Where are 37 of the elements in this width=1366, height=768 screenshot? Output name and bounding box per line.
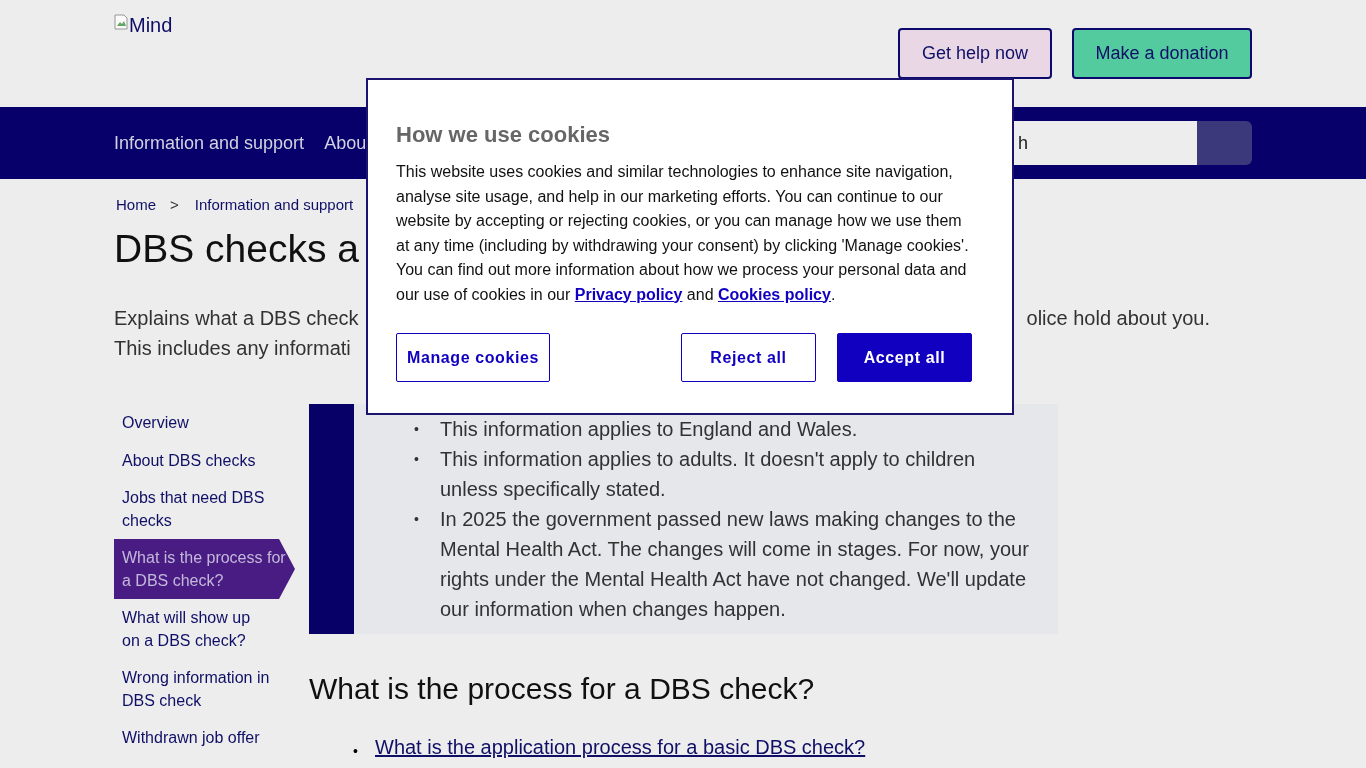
donate-button[interactable]: Make a donation [1072,28,1252,79]
search-button[interactable] [1197,121,1252,165]
bullet-marker: • [414,510,420,529]
dialog-title: How we use cookies [396,122,611,148]
broken-image-icon [114,14,128,30]
section-heading: What is the process for a DBS check? [309,672,816,706]
sidebar-link[interactable]: What is the process for a DBS check? [114,539,295,599]
dialog-text: This website uses cookies and similar technologies to enhance site navigation, analyse site usage, and help in our marketing efforts. You can continue to our website by accepting or rejecting cookies, or you can manage how we use them at any time (including by withdrawing your consent) by clicking 'Manage cookies'. You can find out more information about how we process your personal data and our use of cookies in our Privacy policy and Cookies policy. [396,162,970,305]
notice-item: In 2025 the government passed new laws making changes to the Mental Health Act. The changes will come in stages. For now, your rights under the Mental Health Act have not changed. We'll update our information when changes happen. [440,507,1030,622]
sidebar-link[interactable]: Jobs that need DBS checks [114,479,280,539]
breadcrumb-separator: > [170,196,179,213]
sidebar-link[interactable]: Wrong information in DBS check [114,659,280,719]
sidebar-link[interactable]: Withdrawn job offer [114,719,280,757]
accept-all-button[interactable]: Accept all [837,333,972,382]
intro-text: olice hold about you. [1026,306,1210,331]
bullet-marker: • [353,742,359,761]
sidebar-link[interactable]: About DBS checks [114,441,280,479]
help-button[interactable]: Get help now [898,28,1052,79]
nav-link[interactable]: Information and support [114,132,305,154]
page-title: DBS checks a [114,227,359,272]
bullet-marker: • [414,450,420,469]
section-link[interactable]: What is the application process for a basic DBS check? [375,736,866,759]
logo-link[interactable]: Mind [114,14,173,40]
intro-text: This includes any informati [114,336,351,361]
bullet-marker: • [414,420,420,439]
breadcrumb-link[interactable]: Home [116,196,156,213]
notice-item: This information applies to adults. It doesn't apply to children unless specifically stated. [440,447,977,502]
sidebar-link[interactable]: What will show up on a DBS check? [114,599,280,659]
privacy-policy-link[interactable]: Privacy policy [574,285,683,303]
notice-item: This information applies to England and Wales. [440,417,858,442]
sidebar-link[interactable]: Overview [114,404,280,442]
intro-text: Explains what a DBS check [114,306,359,331]
nav-link[interactable]: Abou [324,132,367,154]
cookies-policy-link[interactable]: Cookies policy [718,285,831,303]
breadcrumb-link[interactable]: Information and support [194,196,354,213]
manage-cookies-button[interactable]: Manage cookies [396,333,550,382]
reject-all-button[interactable]: Reject all [681,333,816,382]
